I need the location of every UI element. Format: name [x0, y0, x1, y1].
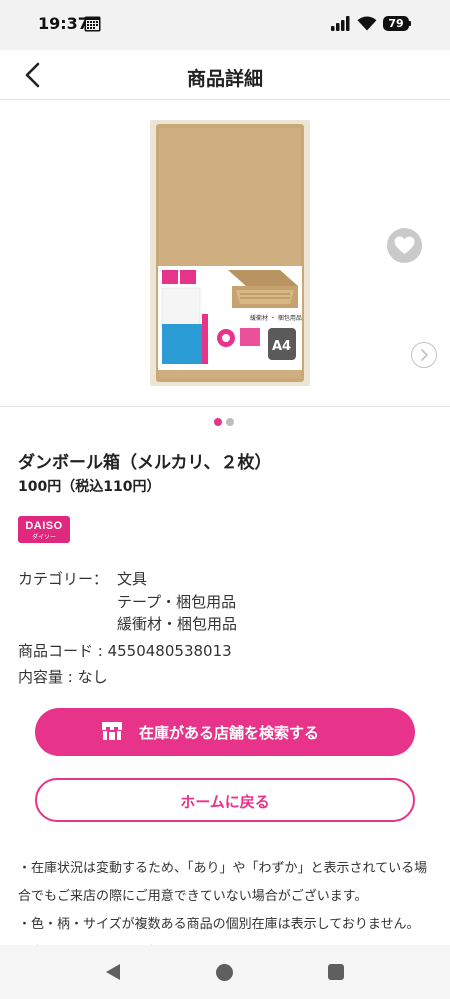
brand-logo-subtext: ダイソー: [31, 534, 56, 541]
pagination-dot[interactable]: [214, 418, 222, 426]
note-text: ・在庫状況は変動するため、「あり」や「わずか」と表示されている場: [18, 861, 428, 876]
note-text: 合でもご来店の際にご用意できていない場合がございます。: [18, 889, 368, 904]
favorite-button[interactable]: [387, 228, 422, 263]
app-header: 商品詳細: [0, 50, 450, 100]
calendar-icon: [84, 16, 101, 32]
system-navigation-bar: [0, 945, 450, 999]
store-search-label: 在庫がある店舗を検索する: [139, 724, 320, 742]
category-label: カテゴリー：: [18, 570, 109, 588]
product-code: 商品コード : 4550480538013: [18, 642, 232, 660]
battery-icon: 79: [383, 16, 409, 31]
category-value: テープ・梱包用品: [117, 593, 237, 611]
note-text: ・色・柄・サイズが複数ある商品の個別在庫は表示しておりません。: [18, 917, 420, 932]
signal-icon: [331, 16, 350, 31]
wifi-icon: [357, 16, 377, 31]
product-image: 緩衝材 ・ 梱包用品 A4: [150, 120, 310, 386]
svg-text:緩衝材 ・ 梱包用品: 緩衝材 ・ 梱包用品: [250, 314, 302, 322]
product-name: ダンボール箱（メルカリ、２枚）: [18, 453, 272, 473]
next-image-button[interactable]: [411, 342, 437, 368]
chevron-right-icon: [421, 349, 428, 361]
status-time: 19:37: [38, 14, 89, 33]
nav-back-icon[interactable]: [104, 963, 122, 981]
product-gallery[interactable]: 緩衝材 ・ 梱包用品 A4: [0, 100, 450, 407]
product-price: 100円（税込110円）: [18, 479, 161, 495]
store-search-button[interactable]: 在庫がある店舗を検索する: [35, 708, 415, 756]
store-icon: [102, 722, 122, 740]
content-amount: 内容量 : なし: [18, 668, 108, 686]
category-value: 文具: [117, 570, 148, 588]
brand-logo-text: DAISO: [25, 520, 63, 532]
pagination-dot[interactable]: [226, 418, 234, 426]
category-value: 緩衝材・梱包用品: [117, 615, 238, 633]
home-button[interactable]: ホームに戻る: [35, 778, 415, 822]
battery-tip: [409, 21, 411, 26]
nav-recent-icon[interactable]: [328, 964, 344, 980]
gallery-pagination-dots: [214, 418, 238, 426]
home-button-label: ホームに戻る: [180, 793, 270, 811]
nav-home-icon[interactable]: [216, 964, 233, 981]
heart-icon: [394, 236, 415, 254]
svg-text:A4: A4: [272, 339, 291, 354]
status-bar: 19:37 79: [0, 0, 450, 50]
page-title: 商品詳細: [186, 68, 263, 90]
brand-logo: DAISO ダイソー: [18, 516, 70, 543]
